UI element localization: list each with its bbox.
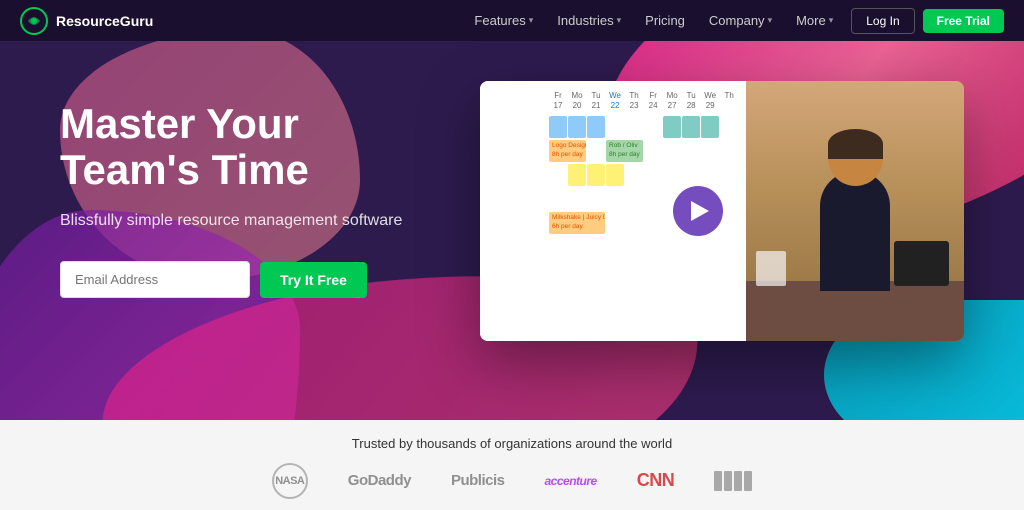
nav-features[interactable]: Features ▾ xyxy=(464,7,543,34)
email-form: Try It Free xyxy=(60,261,440,298)
logo-text: ResourceGuru xyxy=(56,13,153,29)
nav-more[interactable]: More ▾ xyxy=(786,7,843,34)
extra-logo xyxy=(714,471,752,491)
trusted-section: Trusted by thousands of organizations ar… xyxy=(0,420,1024,510)
col-we22: We22 xyxy=(606,89,624,112)
publicis-logo: Publicis xyxy=(451,472,505,489)
login-button[interactable]: Log In xyxy=(851,8,914,34)
preview-container: Fr17 Mo20 Tu21 We22 Th23 Fr24 Mo27 Tu28 … xyxy=(480,81,964,341)
company-chevron-icon: ▾ xyxy=(768,15,773,26)
play-icon xyxy=(691,201,709,221)
hero-subtitle: Blissfully simple resource management so… xyxy=(60,209,440,233)
nav-industries[interactable]: Industries ▾ xyxy=(547,7,631,34)
logo[interactable]: ResourceGuru xyxy=(20,7,153,35)
nav-pricing[interactable]: Pricing xyxy=(635,7,695,34)
cal-row-2: Logo Design | Integ...8h per day Rob / O… xyxy=(488,140,738,162)
cal-empty xyxy=(488,89,548,112)
logo-icon xyxy=(20,7,48,35)
hero-right: Fr17 Mo20 Tu21 We22 Th23 Fr24 Mo27 Tu28 … xyxy=(480,81,964,341)
preview-photo xyxy=(746,81,964,341)
cal-row-3 xyxy=(488,164,738,186)
col-fr24: Fr24 xyxy=(644,89,662,112)
more-chevron-icon: ▾ xyxy=(829,15,834,26)
col-fr17: Fr17 xyxy=(549,89,567,112)
hero-title: Master Your Team's Time xyxy=(60,101,440,193)
trusted-logos: NASA GoDaddy Publicis accenture CNN xyxy=(272,463,752,499)
nasa-logo: NASA xyxy=(272,463,308,499)
col-tu21: Tu21 xyxy=(587,89,605,112)
col-mo20: Mo20 xyxy=(568,89,586,112)
try-free-button[interactable]: Try It Free xyxy=(260,262,367,298)
industries-chevron-icon: ▾ xyxy=(617,15,622,26)
godaddy-logo: GoDaddy xyxy=(348,472,411,489)
col-we29: We29 xyxy=(701,89,719,112)
nav-actions: Log In Free Trial xyxy=(851,8,1004,34)
trusted-heading: Trusted by thousands of organizations ar… xyxy=(352,436,672,451)
col-th30: Th xyxy=(720,89,738,112)
navbar: ResourceGuru Features ▾ Industries ▾ Pri… xyxy=(0,0,1024,41)
col-tu28: Tu28 xyxy=(682,89,700,112)
nav-company[interactable]: Company ▾ xyxy=(699,7,782,34)
col-th23: Th23 xyxy=(625,89,643,112)
accenture-logo: accenture xyxy=(545,474,597,488)
nav-links: Features ▾ Industries ▾ Pricing Company … xyxy=(464,7,843,34)
email-input[interactable] xyxy=(60,261,250,298)
features-chevron-icon: ▾ xyxy=(529,15,534,26)
play-button[interactable] xyxy=(673,186,723,236)
free-trial-button[interactable]: Free Trial xyxy=(923,9,1004,33)
hero-left: Master Your Team's Time Blissfully simpl… xyxy=(60,81,440,298)
cnn-logo: CNN xyxy=(637,470,675,491)
col-mo27: Mo27 xyxy=(663,89,681,112)
cal-row-1 xyxy=(488,116,738,138)
cal-header: Fr17 Mo20 Tu21 We22 Th23 Fr24 Mo27 Tu28 … xyxy=(488,89,738,112)
